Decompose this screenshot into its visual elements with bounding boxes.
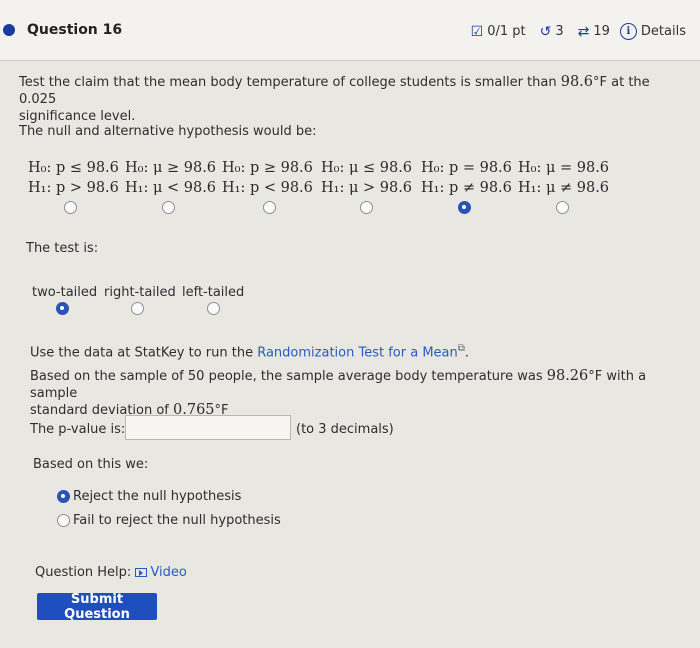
hypothesis-h1-6: H₁: μ ≠ 98.6	[518, 180, 610, 196]
pvalue-input[interactable]	[125, 415, 291, 440]
hypothesis-h0-1: H₀: p ≤ 98.6	[28, 160, 119, 176]
video-icon	[135, 568, 148, 577]
prompt-text-line2: significance level.	[19, 109, 136, 124]
score-text: 0/1 pt	[487, 24, 526, 39]
video-link-text: Video	[150, 565, 187, 580]
statkey-text: Use the data at StatKey to run the	[30, 345, 258, 361]
hypothesis-radio-6[interactable]	[556, 201, 569, 214]
hypotheses-intro: The null and alternative hypothesis woul…	[19, 124, 317, 139]
statkey-instruction: Use the data at StatKey to run the Rando…	[30, 340, 469, 361]
claim-value: 98.6	[560, 74, 594, 90]
question-meta: ☑ 0/1 pt ↺ 3 ⇄ 19 i Details	[471, 23, 686, 40]
attempts-count: 19	[593, 24, 610, 39]
conclusion-label: Based on this we:	[33, 457, 149, 472]
external-link-icon[interactable]: ⧉	[458, 343, 465, 354]
question-help: Question Help: Video	[35, 564, 187, 581]
retries-count: 3	[555, 24, 564, 39]
test-option-radio-2[interactable]	[131, 302, 144, 315]
question-status-dot	[3, 24, 15, 36]
randomization-test-link[interactable]: Randomization Test for a Mean	[257, 345, 458, 360]
hypothesis-radio-4[interactable]	[360, 201, 373, 214]
test-option-label-1: two-tailed	[32, 285, 98, 300]
attempts-icon: ⇄	[577, 23, 590, 40]
info-icon[interactable]: i	[619, 23, 637, 40]
pvalue-label: The p-value is:	[30, 422, 126, 437]
test-option-label-3: left-tailed	[182, 285, 245, 300]
question-prompt: Test the claim that the mean body temper…	[19, 74, 689, 125]
hypothesis-h0-5: H₀: p = 98.6	[421, 160, 512, 176]
hypothesis-h0-2: H₀: μ ≥ 98.6	[125, 160, 217, 176]
submit-question-button[interactable]: Submit Question	[37, 592, 157, 622]
hypothesis-radio-3[interactable]	[263, 201, 276, 214]
hypothesis-radio-5[interactable]	[458, 201, 471, 214]
hypothesis-h1-4: H₁: μ > 98.6	[321, 180, 413, 196]
prompt-text: Test the claim that the mean body temper…	[19, 75, 561, 90]
hypothesis-h0-3: H₀: p ≥ 98.6	[222, 160, 313, 176]
hypothesis-radio-2[interactable]	[162, 201, 175, 214]
retry-icon: ↺	[539, 23, 552, 40]
video-help-link[interactable]: Video	[135, 565, 187, 580]
conclusion-radio-1[interactable]	[57, 490, 70, 503]
question-help-label: Question Help:	[35, 565, 132, 580]
question-title: Question 16	[27, 22, 123, 38]
conclusion-radio-2[interactable]	[57, 514, 70, 527]
question-header: Question 16 ☑ 0/1 pt ↺ 3 ⇄ 19 i Details	[0, 0, 700, 61]
sample-text: Based on the sample of 50 people, the sa…	[30, 369, 547, 384]
details-link[interactable]: Details	[641, 24, 686, 39]
test-option-radio-3[interactable]	[207, 302, 220, 315]
hypothesis-h1-3: H₁: p < 98.6	[222, 180, 313, 196]
sample-mean: 98.26	[546, 368, 589, 384]
hypothesis-radio-1[interactable]	[64, 201, 77, 214]
hypothesis-h1-2: H₁: μ < 98.6	[125, 180, 217, 196]
statkey-period: .	[464, 345, 470, 361]
hypothesis-h0-6: H₀: μ = 98.6	[518, 160, 610, 176]
hypothesis-h1-1: H₁: p > 98.6	[28, 180, 119, 196]
test-option-radio-1[interactable]	[56, 302, 69, 315]
pvalue-hint: (to 3 decimals)	[296, 422, 394, 437]
conclusion-option-label-1: Reject the null hypothesis	[73, 489, 242, 504]
test-option-label-2: right-tailed	[104, 285, 176, 300]
conclusion-option-label-2: Fail to reject the null hypothesis	[73, 513, 281, 528]
hypothesis-h0-4: H₀: μ ≤ 98.6	[321, 160, 413, 176]
hypothesis-h1-5: H₁: p ≠ 98.6	[421, 180, 512, 196]
test-label: The test is:	[26, 241, 99, 256]
sample-info: Based on the sample of 50 people, the sa…	[30, 368, 680, 419]
checkbox-score-icon: ☑	[470, 23, 484, 40]
